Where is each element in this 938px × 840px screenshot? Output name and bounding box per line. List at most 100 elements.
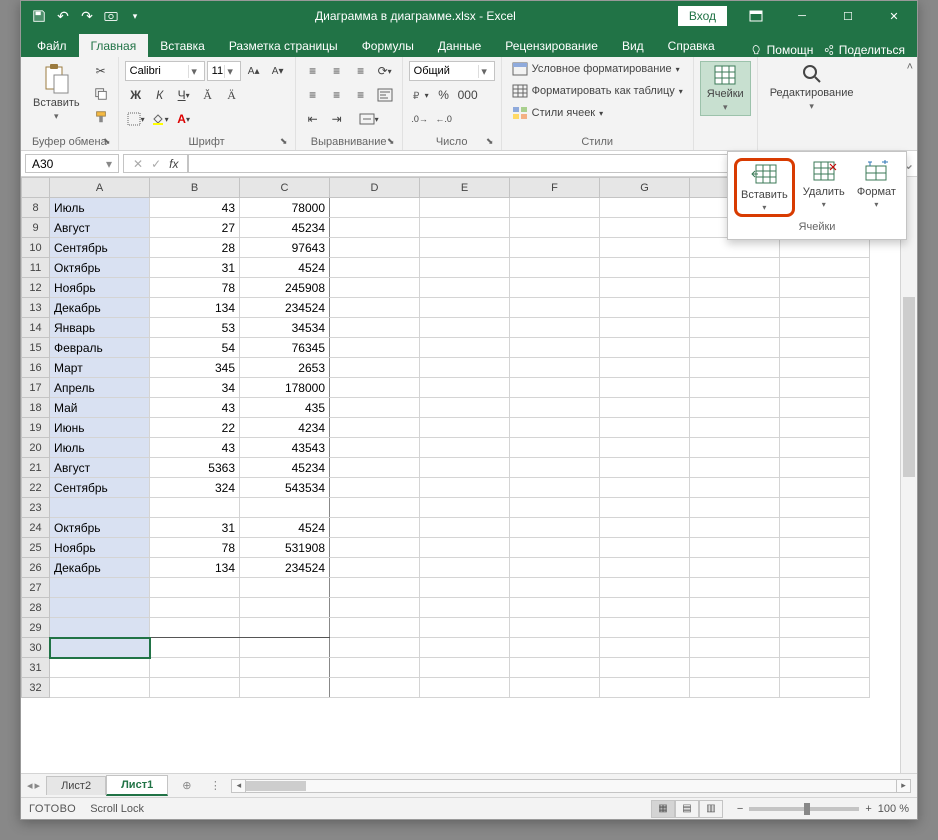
number-format-combo[interactable]: Общий▾: [409, 61, 495, 81]
clear-format-icon[interactable]: Ä: [221, 85, 243, 105]
format-painter-icon[interactable]: [90, 107, 112, 127]
cell-G13[interactable]: [600, 298, 690, 318]
cell-E9[interactable]: [420, 218, 510, 238]
row-header-8[interactable]: 8: [22, 198, 50, 218]
insert-cells-button[interactable]: Вставить▾: [734, 158, 795, 217]
cell-D25[interactable]: [330, 538, 420, 558]
cell-A18[interactable]: Май: [50, 398, 150, 418]
cell-B12[interactable]: 78: [150, 278, 240, 298]
cell-A21[interactable]: Август: [50, 458, 150, 478]
align-center-icon[interactable]: ≡: [326, 85, 348, 105]
cell-C19[interactable]: 4234: [240, 418, 330, 438]
cell-G19[interactable]: [600, 418, 690, 438]
vertical-scrollbar[interactable]: [900, 177, 917, 773]
cell-G18[interactable]: [600, 398, 690, 418]
cell-A17[interactable]: Апрель: [50, 378, 150, 398]
row-header-15[interactable]: 15: [22, 338, 50, 358]
cell-D30[interactable]: [330, 638, 420, 658]
column-header-A[interactable]: A: [50, 178, 150, 198]
cell-A16[interactable]: Март: [50, 358, 150, 378]
cell-F26[interactable]: [510, 558, 600, 578]
cell-C29[interactable]: [240, 618, 330, 638]
cell-B23[interactable]: [150, 498, 240, 518]
cell-E16[interactable]: [420, 358, 510, 378]
cell-H17[interactable]: [690, 378, 780, 398]
cell-B30[interactable]: [150, 638, 240, 658]
cell-I17[interactable]: [780, 378, 870, 398]
cell-G8[interactable]: [600, 198, 690, 218]
cell-A13[interactable]: Декабрь: [50, 298, 150, 318]
cell-A23[interactable]: [50, 498, 150, 518]
cell-C20[interactable]: 43543: [240, 438, 330, 458]
fill-color-icon[interactable]: ▾: [149, 109, 171, 129]
cell-D18[interactable]: [330, 398, 420, 418]
cell-C17[interactable]: 178000: [240, 378, 330, 398]
cell-G14[interactable]: [600, 318, 690, 338]
cell-D24[interactable]: [330, 518, 420, 538]
cell-H18[interactable]: [690, 398, 780, 418]
cell-H23[interactable]: [690, 498, 780, 518]
cell-B26[interactable]: 134: [150, 558, 240, 578]
phonetic-icon[interactable]: Ă: [197, 85, 219, 105]
cell-C13[interactable]: 234524: [240, 298, 330, 318]
cell-D16[interactable]: [330, 358, 420, 378]
cell-A25[interactable]: Ноябрь: [50, 538, 150, 558]
cell-G12[interactable]: [600, 278, 690, 298]
cell-B24[interactable]: 31: [150, 518, 240, 538]
cell-E12[interactable]: [420, 278, 510, 298]
cell-F22[interactable]: [510, 478, 600, 498]
cell-G31[interactable]: [600, 658, 690, 678]
cell-D26[interactable]: [330, 558, 420, 578]
cut-icon[interactable]: ✂: [90, 61, 112, 81]
cell-F14[interactable]: [510, 318, 600, 338]
cell-A29[interactable]: [50, 618, 150, 638]
cell-E17[interactable]: [420, 378, 510, 398]
cell-H16[interactable]: [690, 358, 780, 378]
select-all-corner[interactable]: [22, 178, 50, 198]
tab-review[interactable]: Рецензирование: [493, 34, 610, 57]
conditional-formatting-button[interactable]: Условное форматирование ▾: [508, 61, 687, 77]
tab-data[interactable]: Данные: [426, 34, 493, 57]
align-right-icon[interactable]: ≡: [350, 85, 372, 105]
maximize-button[interactable]: ☐: [825, 1, 871, 31]
cell-B13[interactable]: 134: [150, 298, 240, 318]
tab-insert[interactable]: Вставка: [148, 34, 217, 57]
cell-A24[interactable]: Октябрь: [50, 518, 150, 538]
cell-D14[interactable]: [330, 318, 420, 338]
cell-G32[interactable]: [600, 678, 690, 698]
cell-E13[interactable]: [420, 298, 510, 318]
cell-F21[interactable]: [510, 458, 600, 478]
cell-G9[interactable]: [600, 218, 690, 238]
cell-C12[interactable]: 245908: [240, 278, 330, 298]
row-header-31[interactable]: 31: [22, 658, 50, 678]
cell-A11[interactable]: Октябрь: [50, 258, 150, 278]
font-name-combo[interactable]: Calibri▾: [125, 61, 205, 81]
cell-I30[interactable]: [780, 638, 870, 658]
cell-A9[interactable]: Август: [50, 218, 150, 238]
cell-H27[interactable]: [690, 578, 780, 598]
cell-G30[interactable]: [600, 638, 690, 658]
cell-A26[interactable]: Декабрь: [50, 558, 150, 578]
row-header-16[interactable]: 16: [22, 358, 50, 378]
zoom-out-button[interactable]: −: [737, 803, 743, 815]
cell-A15[interactable]: Февраль: [50, 338, 150, 358]
save-icon[interactable]: [29, 6, 49, 26]
underline-button[interactable]: Ч▾: [173, 85, 195, 105]
cell-G24[interactable]: [600, 518, 690, 538]
row-header-14[interactable]: 14: [22, 318, 50, 338]
cell-D13[interactable]: [330, 298, 420, 318]
delete-cells-button[interactable]: Удалить▾: [799, 158, 849, 217]
cell-E32[interactable]: [420, 678, 510, 698]
cell-I12[interactable]: [780, 278, 870, 298]
cell-I10[interactable]: [780, 238, 870, 258]
qat-customize-icon[interactable]: ▾: [125, 6, 145, 26]
cell-C11[interactable]: 4524: [240, 258, 330, 278]
collapse-ribbon-icon[interactable]: ˄: [907, 61, 913, 73]
cell-B25[interactable]: 78: [150, 538, 240, 558]
cell-A32[interactable]: [50, 678, 150, 698]
cell-H30[interactable]: [690, 638, 780, 658]
spreadsheet-grid[interactable]: ABCDEFGHI8Июль43780009Август274523410Сен…: [21, 177, 870, 698]
cell-B8[interactable]: 43: [150, 198, 240, 218]
close-button[interactable]: ✕: [871, 1, 917, 31]
cell-F10[interactable]: [510, 238, 600, 258]
